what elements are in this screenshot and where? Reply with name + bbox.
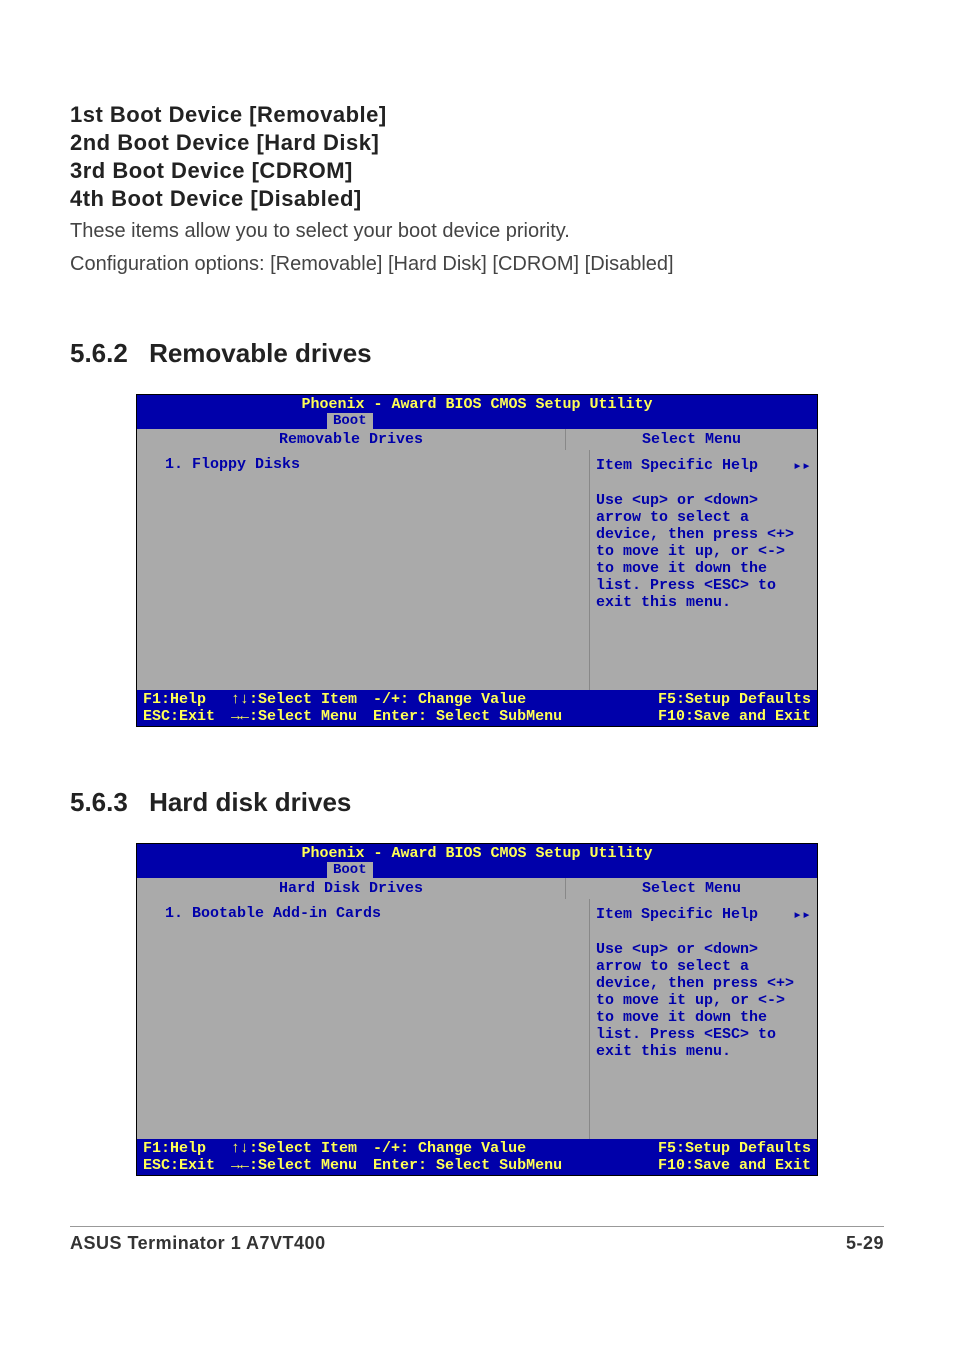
boot-device-description-2: Configuration options: [Removable] [Hard… (70, 251, 884, 278)
section-562-title: Removable drives (149, 338, 372, 368)
bios-help-title: Item Specific Help (596, 906, 758, 923)
bios-help-body: Use <up> or <down> arrow to select a dev… (596, 492, 811, 611)
bios-select-menu-header: Select Menu (566, 429, 817, 450)
bios-key-select-menu: →←:Select Menu (231, 1157, 357, 1174)
page: 1st Boot Device [Removable] 2nd Boot Dev… (0, 0, 954, 1294)
bios-key-change: -/+: Change Value (373, 1140, 642, 1157)
bios-help-title: Item Specific Help (596, 457, 758, 474)
bios-key-enter: Enter: Select SubMenu (373, 708, 642, 725)
boot-device-description-1: These items allow you to select your boo… (70, 218, 884, 245)
bios-key-f5: F5:Setup Defaults (658, 1140, 811, 1157)
bios-key-change: -/+: Change Value (373, 691, 642, 708)
section-563-number: 5.6.3 (70, 787, 128, 817)
bios-key-esc: ESC:Exit (143, 708, 215, 725)
bios-key-f1: F1:Help (143, 691, 215, 708)
bios-footer: F1:Help ESC:Exit ↑↓:Select Item →←:Selec… (137, 1139, 817, 1175)
boot-device-4: 4th Boot Device [Disabled] (70, 186, 884, 212)
bios-key-f10: F10:Save and Exit (658, 1157, 811, 1174)
bios-list-item: 1. Bootable Add-in Cards (165, 905, 585, 922)
section-562-heading: 5.6.2 Removable drives (70, 338, 884, 369)
section-562-number: 5.6.2 (70, 338, 128, 368)
bios-tab-boot: Boot (327, 862, 373, 878)
bios-key-f10: F10:Save and Exit (658, 708, 811, 725)
double-arrow-icon: ▸▸ (793, 905, 811, 923)
bios-key-f1: F1:Help (143, 1140, 215, 1157)
page-footer: ASUS Terminator 1 A7VT400 5-29 (70, 1226, 884, 1254)
bios-key-esc: ESC:Exit (143, 1157, 215, 1174)
bios-tab-boot: Boot (327, 413, 373, 429)
bios-list-item: 1. Floppy Disks (165, 456, 585, 473)
bios-panel-title: Hard Disk Drives (137, 878, 566, 899)
section-563-title: Hard disk drives (149, 787, 351, 817)
bios-key-select-item: ↑↓:Select Item (231, 691, 357, 708)
bios-title: Phoenix - Award BIOS CMOS Setup Utility (137, 395, 817, 413)
bios-screenshot-harddisk: Phoenix - Award BIOS CMOS Setup Utility … (136, 843, 818, 1176)
footer-product: ASUS Terminator 1 A7VT400 (70, 1233, 326, 1254)
bios-title: Phoenix - Award BIOS CMOS Setup Utility (137, 844, 817, 862)
boot-device-1: 1st Boot Device [Removable] (70, 102, 884, 128)
bios-help-body: Use <up> or <down> arrow to select a dev… (596, 941, 811, 1060)
bios-key-f5: F5:Setup Defaults (658, 691, 811, 708)
bios-screenshot-removable: Phoenix - Award BIOS CMOS Setup Utility … (136, 394, 818, 727)
footer-page-number: 5-29 (846, 1233, 884, 1254)
bios-select-menu-header: Select Menu (566, 878, 817, 899)
bios-key-select-menu: →←:Select Menu (231, 708, 357, 725)
bios-footer: F1:Help ESC:Exit ↑↓:Select Item →←:Selec… (137, 690, 817, 726)
boot-device-3: 3rd Boot Device [CDROM] (70, 158, 884, 184)
section-563-heading: 5.6.3 Hard disk drives (70, 787, 884, 818)
bios-key-select-item: ↑↓:Select Item (231, 1140, 357, 1157)
double-arrow-icon: ▸▸ (793, 456, 811, 474)
boot-device-2: 2nd Boot Device [Hard Disk] (70, 130, 884, 156)
bios-panel-title: Removable Drives (137, 429, 566, 450)
bios-key-enter: Enter: Select SubMenu (373, 1157, 642, 1174)
